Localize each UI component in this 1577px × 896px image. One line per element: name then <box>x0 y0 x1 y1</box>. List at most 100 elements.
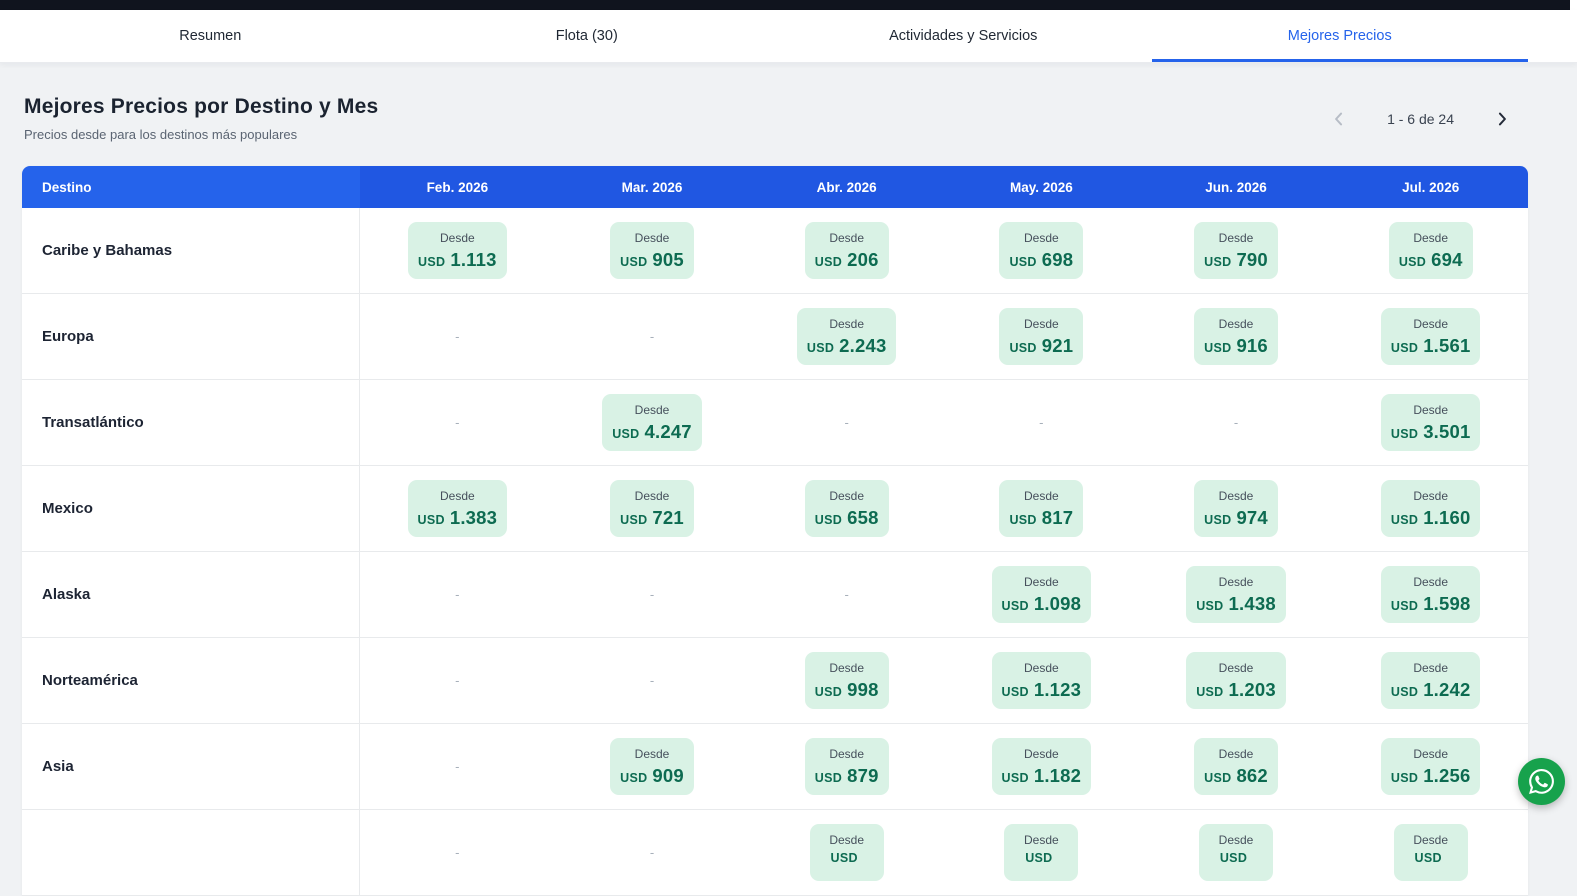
price-cell: - <box>555 294 750 379</box>
price-value-line: USD 694 <box>1399 249 1463 271</box>
scrollbar-track[interactable] <box>1570 0 1577 10</box>
price-chip[interactable]: Desde USD 790 <box>1194 222 1278 279</box>
tab-actividades-y-servicios[interactable]: Actividades y Servicios <box>775 10 1152 62</box>
chevron-left-icon <box>1335 112 1343 125</box>
price-cell: Desde USD 4.247 <box>555 380 750 465</box>
price-chip-prefix: Desde <box>1218 661 1254 675</box>
price-amount: 921 <box>1041 335 1074 356</box>
destination-cell: Caribe y Bahamas <box>22 208 360 293</box>
price-chip[interactable]: Desde USD 2.243 <box>796 308 897 365</box>
table-row: Mexico Desde USD 1.383 Desde USD 721 Desde USD 65… <box>22 466 1528 552</box>
column-header-month: Mar. 2026 <box>554 166 750 208</box>
price-chip[interactable]: Desde USD 998 <box>804 652 889 709</box>
price-currency: USD <box>1001 599 1029 613</box>
price-chip[interactable]: Desde USD 1.160 <box>1380 480 1481 537</box>
price-currency: USD <box>1390 341 1419 355</box>
price-chip[interactable]: Desde USD 1.203 <box>1186 652 1286 709</box>
price-chip[interactable]: Desde USD 1.561 <box>1380 308 1481 365</box>
price-chip[interactable]: Desde USD 1.113 <box>408 222 507 279</box>
price-chip-prefix: Desde <box>1024 661 1059 675</box>
price-amount: 1.203 <box>1228 679 1276 700</box>
price-chip[interactable]: Desde USD 658 <box>804 480 889 537</box>
price-cell: Desde USD 921 <box>944 294 1139 379</box>
price-cell: Desde USD 879 <box>749 724 944 809</box>
price-chip[interactable]: Desde USD 721 <box>610 480 694 537</box>
price-chip-prefix: Desde <box>634 231 670 245</box>
price-chip-prefix: Desde <box>1218 489 1254 503</box>
tab-flota[interactable]: Flota (30) <box>399 10 776 62</box>
price-chip-prefix: Desde <box>1413 833 1449 847</box>
price-currency: USD <box>1390 427 1419 441</box>
price-amount: 1.098 <box>1033 593 1082 614</box>
price-chip[interactable]: Desde USD 694 <box>1388 222 1473 279</box>
price-amount: 905 <box>652 249 684 270</box>
price-chip[interactable]: Desde USD 909 <box>610 738 694 795</box>
section-header: Mejores Precios por Destino y Mes Precio… <box>22 63 1528 142</box>
price-chip-prefix: Desde <box>634 403 670 417</box>
price-chip[interactable]: Desde USD 1.438 <box>1186 566 1286 623</box>
pagination-next-button[interactable] <box>1490 107 1514 131</box>
column-header-destino: Destino <box>22 166 360 208</box>
price-value-line: USD 1.438 <box>1196 593 1276 615</box>
price-currency: USD <box>612 427 640 441</box>
price-chip[interactable]: Desde USD 905 <box>610 222 694 279</box>
price-cell: - <box>360 638 555 723</box>
price-cell: Desde USD 658 <box>749 466 944 551</box>
price-chip[interactable]: Desde USD 1.182 <box>991 738 1092 795</box>
main-content: Mejores Precios por Destino y Mes Precio… <box>0 63 1577 896</box>
column-header-month: Jul. 2026 <box>1333 166 1528 208</box>
price-amount: 1.383 <box>449 507 498 528</box>
price-chip-prefix: Desde <box>1024 747 1059 761</box>
price-value-line: USD 1.242 <box>1391 679 1471 701</box>
price-chip[interactable]: Desde USD 1.598 <box>1380 566 1481 623</box>
price-chip[interactable]: Desde USD 921 <box>999 308 1084 365</box>
price-currency: USD <box>814 513 843 527</box>
price-amount: 698 <box>1041 249 1074 270</box>
price-chip[interactable]: Desde USD 3.501 <box>1380 394 1481 451</box>
tab-resumen[interactable]: Resumen <box>22 10 399 62</box>
price-amount: 862 <box>1236 765 1268 786</box>
no-price-dash: - <box>1039 415 1044 430</box>
price-chip[interactable]: Desde USD 974 <box>1194 480 1278 537</box>
destination-cell: Norteamérica <box>22 638 360 723</box>
price-chip[interactable]: Desde USD <box>1393 824 1468 881</box>
price-cell: Desde USD 1.113 <box>360 208 555 293</box>
price-currency: USD <box>1398 255 1427 269</box>
price-chip[interactable]: Desde USD 4.247 <box>602 394 702 451</box>
price-chip[interactable]: Desde USD <box>1004 824 1079 881</box>
price-currency: USD <box>1390 599 1419 613</box>
whatsapp-button[interactable] <box>1518 758 1565 805</box>
title-block: Mejores Precios por Destino y Mes Precio… <box>22 95 378 142</box>
price-chip[interactable]: Desde USD 1.256 <box>1380 738 1481 795</box>
column-header-month: Abr. 2026 <box>749 166 945 208</box>
price-chip[interactable]: Desde USD 879 <box>804 738 889 795</box>
price-value-line: USD 1.203 <box>1196 679 1276 701</box>
no-price-dash: - <box>455 673 460 688</box>
price-chip[interactable]: Desde USD 1.098 <box>991 566 1092 623</box>
price-chip[interactable]: Desde USD 916 <box>1194 308 1278 365</box>
price-currency: USD <box>1009 255 1037 269</box>
price-amount: 1.113 <box>450 249 497 270</box>
price-chip-prefix: Desde <box>439 231 475 245</box>
price-chip[interactable]: Desde USD 1.383 <box>407 480 508 537</box>
price-cell: Desde USD 916 <box>1139 294 1334 379</box>
price-value-line: USD 998 <box>815 679 879 701</box>
price-chip[interactable]: Desde USD 1.242 <box>1380 652 1481 709</box>
price-chip[interactable]: Desde USD 862 <box>1194 738 1278 795</box>
price-cell: Desde USD <box>1333 810 1528 895</box>
destination-cell: Asia <box>22 724 360 809</box>
destination-cell: Alaska <box>22 552 360 637</box>
no-price-dash: - <box>649 845 655 860</box>
price-chip[interactable]: Desde USD 817 <box>999 480 1084 537</box>
tab-mejores-precios[interactable]: Mejores Precios <box>1151 10 1528 62</box>
price-chip[interactable]: Desde USD 206 <box>804 222 889 279</box>
price-chip[interactable]: Desde USD 1.123 <box>991 652 1092 709</box>
price-currency: USD <box>1204 341 1232 355</box>
price-chip[interactable]: Desde USD <box>1199 824 1274 881</box>
price-chip[interactable]: Desde USD 698 <box>999 222 1084 279</box>
no-price-dash: - <box>649 673 655 688</box>
price-value-line: USD 1.383 <box>418 507 498 529</box>
pagination-prev-button[interactable] <box>1327 107 1351 131</box>
price-chip[interactable]: Desde USD <box>809 824 884 881</box>
price-cell: Desde USD 905 <box>555 208 750 293</box>
